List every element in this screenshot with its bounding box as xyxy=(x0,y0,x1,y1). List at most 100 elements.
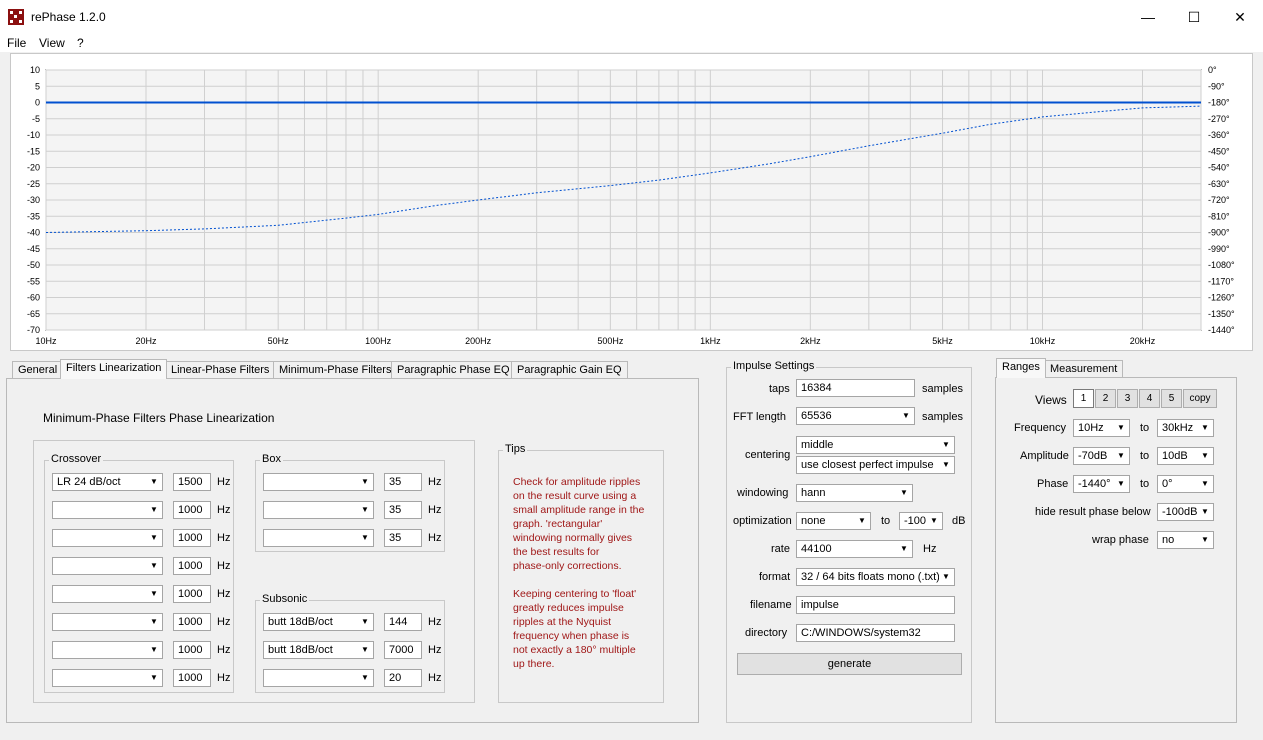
filter-frequency-input[interactable]: 1000 xyxy=(173,613,211,631)
view-5-button[interactable]: 5 xyxy=(1161,389,1182,408)
frequency-tick-label: 100Hz xyxy=(365,336,392,346)
menu-help[interactable]: ? xyxy=(77,36,84,50)
filter-frequency-input[interactable]: 1500 xyxy=(173,473,211,491)
tab-ranges[interactable]: Ranges xyxy=(996,358,1046,378)
generate-button[interactable]: generate xyxy=(737,653,962,675)
optimization-select[interactable]: none ▼ xyxy=(796,512,871,530)
filter-type-select[interactable]: ▼ xyxy=(263,501,374,519)
frequency-to-value: 30kHz xyxy=(1162,422,1194,434)
view-4-button[interactable]: 4 xyxy=(1139,389,1160,408)
db-tick-label: -45 xyxy=(27,244,40,254)
window-title: rePhase 1.2.0 xyxy=(31,10,106,24)
chevron-down-icon: ▼ xyxy=(147,643,161,657)
filter-type-value: butt 18dB/oct xyxy=(268,644,333,656)
filter-frequency-input[interactable]: 1000 xyxy=(173,669,211,687)
filter-type-select[interactable]: ▼ xyxy=(52,669,163,687)
view-3-button[interactable]: 3 xyxy=(1117,389,1138,408)
filter-frequency-input[interactable]: 7000 xyxy=(384,641,422,659)
frequency-from-value: 10Hz xyxy=(1078,422,1104,434)
filter-type-select[interactable]: ▼ xyxy=(263,529,374,547)
amplitude-to-select[interactable]: 10dB ▼ xyxy=(1157,447,1214,465)
filter-type-select[interactable]: LR 24 dB/oct ▼ xyxy=(52,473,163,491)
chevron-down-icon: ▼ xyxy=(927,514,941,528)
copy-view-button[interactable]: copy xyxy=(1183,389,1217,408)
filter-type-select[interactable]: ▼ xyxy=(52,557,163,575)
tab-linear-phase-filters[interactable]: Linear-Phase Filters xyxy=(165,361,276,378)
amplitude-label: Amplitude xyxy=(1020,450,1069,462)
db-tick-label: 5 xyxy=(35,81,40,91)
phase-from-select[interactable]: -1440° ▼ xyxy=(1073,475,1130,493)
menu-view[interactable]: View xyxy=(39,36,65,50)
filter-frequency-input[interactable]: 20 xyxy=(384,669,422,687)
chevron-down-icon: ▼ xyxy=(1198,421,1212,435)
filename-input[interactable]: impulse xyxy=(796,596,955,614)
tab-paragraphic-gain-eq[interactable]: Paragraphic Gain EQ xyxy=(511,361,628,378)
taps-unit: samples xyxy=(922,383,963,395)
format-select[interactable]: 32 / 64 bits floats mono (.txt) ▼ xyxy=(796,568,955,586)
filter-frequency-input[interactable]: 35 xyxy=(384,473,422,491)
filter-frequency-unit: Hz xyxy=(428,672,442,684)
tips-line: Check for amplitude ripples xyxy=(513,476,641,488)
frequency-tick-label: 20Hz xyxy=(135,336,157,346)
rate-select[interactable]: 44100 ▼ xyxy=(796,540,913,558)
tab-measurement[interactable]: Measurement xyxy=(1044,360,1124,378)
hide-phase-select[interactable]: -100dB ▼ xyxy=(1157,503,1214,521)
filter-type-select[interactable]: ▼ xyxy=(52,501,163,519)
tips-line: frequency when phase is xyxy=(513,630,630,642)
filter-type-select[interactable]: butt 18dB/oct ▼ xyxy=(263,641,374,659)
minimize-button[interactable]: — xyxy=(1125,0,1171,34)
optimization-level-select[interactable]: -100 ▼ xyxy=(899,512,943,530)
filter-type-select[interactable]: ▼ xyxy=(263,473,374,491)
tab-filters-linearization[interactable]: Filters Linearization xyxy=(60,359,168,379)
filter-frequency-input[interactable]: 1000 xyxy=(173,501,211,519)
optimization-level-value: -100 xyxy=(904,515,927,527)
windowing-select[interactable]: hann ▼ xyxy=(796,484,913,502)
directory-input[interactable]: C:/WINDOWS/system32 xyxy=(796,624,955,642)
tab-minimum-phase-filters[interactable]: Minimum-Phase Filters xyxy=(273,361,398,378)
filter-frequency-input[interactable]: 35 xyxy=(384,501,422,519)
view-1-button[interactable]: 1 xyxy=(1073,389,1094,408)
phase-tick-label: -990° xyxy=(1208,244,1230,254)
view-2-button[interactable]: 2 xyxy=(1095,389,1116,408)
filter-frequency-unit: Hz xyxy=(428,532,442,544)
filter-type-select[interactable]: ▼ xyxy=(52,529,163,547)
filter-frequency-input[interactable]: 1000 xyxy=(173,641,211,659)
frequency-to-select[interactable]: 30kHz ▼ xyxy=(1157,419,1214,437)
filter-frequency-input[interactable]: 35 xyxy=(384,529,422,547)
maximize-button[interactable]: ☐ xyxy=(1171,0,1217,34)
filter-frequency-unit: Hz xyxy=(217,504,231,516)
menu-file[interactable]: File xyxy=(7,36,26,50)
phase-to-select[interactable]: 0° ▼ xyxy=(1157,475,1214,493)
amplitude-from-select[interactable]: -70dB ▼ xyxy=(1073,447,1130,465)
centering-select[interactable]: middle ▼ xyxy=(796,436,955,454)
tab-paragraphic-phase-eq[interactable]: Paragraphic Phase EQ xyxy=(391,361,516,378)
chevron-down-icon: ▼ xyxy=(1198,477,1212,491)
format-value: 32 / 64 bits floats mono (.txt) xyxy=(801,571,940,583)
filter-type-select[interactable]: ▼ xyxy=(52,585,163,603)
filter-frequency-unit: Hz xyxy=(428,644,442,656)
filter-type-select[interactable]: ▼ xyxy=(263,669,374,687)
optimization-to-label: to xyxy=(881,515,891,527)
filter-type-select[interactable]: ▼ xyxy=(52,613,163,631)
tab-general[interactable]: General xyxy=(12,361,64,378)
rate-unit: Hz xyxy=(923,543,937,555)
filter-frequency-unit: Hz xyxy=(217,476,231,488)
filter-frequency-input[interactable]: 144 xyxy=(384,613,422,631)
fft-length-select[interactable]: 65536 ▼ xyxy=(796,407,915,425)
tips-label: Tips xyxy=(503,443,528,455)
graph-panel[interactable]: 10 5 0 -5 -10 -15 -20 -25 -30 -35 -40 -45 -50 -55 -60 -… xyxy=(10,53,1253,351)
wrap-phase-select[interactable]: no ▼ xyxy=(1157,531,1214,549)
filter-frequency-input[interactable]: 1000 xyxy=(173,585,211,603)
frequency-from-select[interactable]: 10Hz ▼ xyxy=(1073,419,1130,437)
db-tick-label: -25 xyxy=(27,179,40,189)
close-button[interactable]: ✕ xyxy=(1217,0,1263,34)
filter-frequency-input[interactable]: 1000 xyxy=(173,557,211,575)
filter-type-select[interactable]: butt 18dB/oct ▼ xyxy=(263,613,374,631)
db-tick-label: -20 xyxy=(27,163,40,173)
frequency-tick-label: 50Hz xyxy=(268,336,290,346)
frequency-phase-plot[interactable]: 10 5 0 -5 -10 -15 -20 -25 -30 -35 -40 -45 -50 -55 -60 -… xyxy=(11,54,1252,350)
centering-mode-select[interactable]: use closest perfect impulse ▼ xyxy=(796,456,955,474)
filter-type-select[interactable]: ▼ xyxy=(52,641,163,659)
taps-input[interactable]: 16384 xyxy=(796,379,915,397)
filter-frequency-input[interactable]: 1000 xyxy=(173,529,211,547)
